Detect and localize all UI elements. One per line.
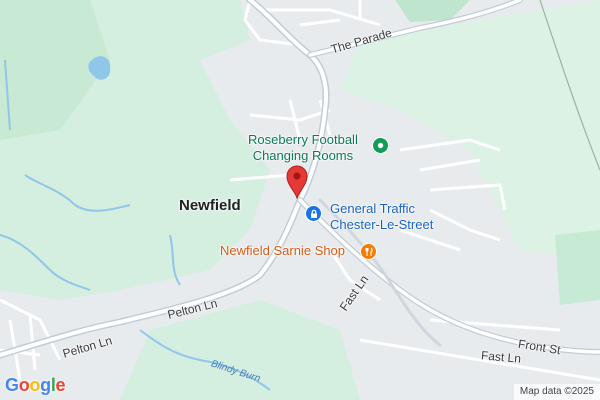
map-canvas[interactable]: The Parade Pelton Ln Pelton Ln Fast Ln F… bbox=[0, 0, 600, 400]
logo-letter-1: G bbox=[5, 375, 19, 395]
place-label-newfield: Newfield bbox=[179, 197, 241, 214]
green-place-icon[interactable] bbox=[372, 137, 389, 154]
red-pin-icon[interactable] bbox=[286, 165, 308, 199]
park-area-southeast bbox=[555, 230, 600, 305]
poi-roseberry-line2: Changing Rooms bbox=[252, 148, 354, 163]
map-attribution[interactable]: Map data ©2025 bbox=[513, 384, 600, 400]
logo-letter-4: g bbox=[40, 375, 51, 395]
logo-letter-6: e bbox=[55, 375, 66, 395]
poi-general-traffic-label[interactable]: General Traffic Chester-Le-Street bbox=[330, 201, 433, 233]
poi-roseberry-line1: Roseberry Football bbox=[248, 132, 358, 147]
logo-letter-2: o bbox=[18, 375, 30, 395]
logo-letter-3: o bbox=[29, 375, 41, 395]
poi-roseberry-label[interactable]: Roseberry Football Changing Rooms bbox=[248, 132, 358, 164]
google-logo: Google bbox=[5, 375, 66, 396]
orange-fork-knife-icon[interactable] bbox=[360, 243, 377, 260]
poi-sarnie-shop-label[interactable]: Newfield Sarnie Shop bbox=[220, 243, 345, 258]
blue-lock-icon[interactable] bbox=[305, 205, 322, 222]
poi-general-traffic-line1: General Traffic bbox=[330, 201, 416, 216]
poi-general-traffic-line2: Chester-Le-Street bbox=[330, 217, 434, 232]
